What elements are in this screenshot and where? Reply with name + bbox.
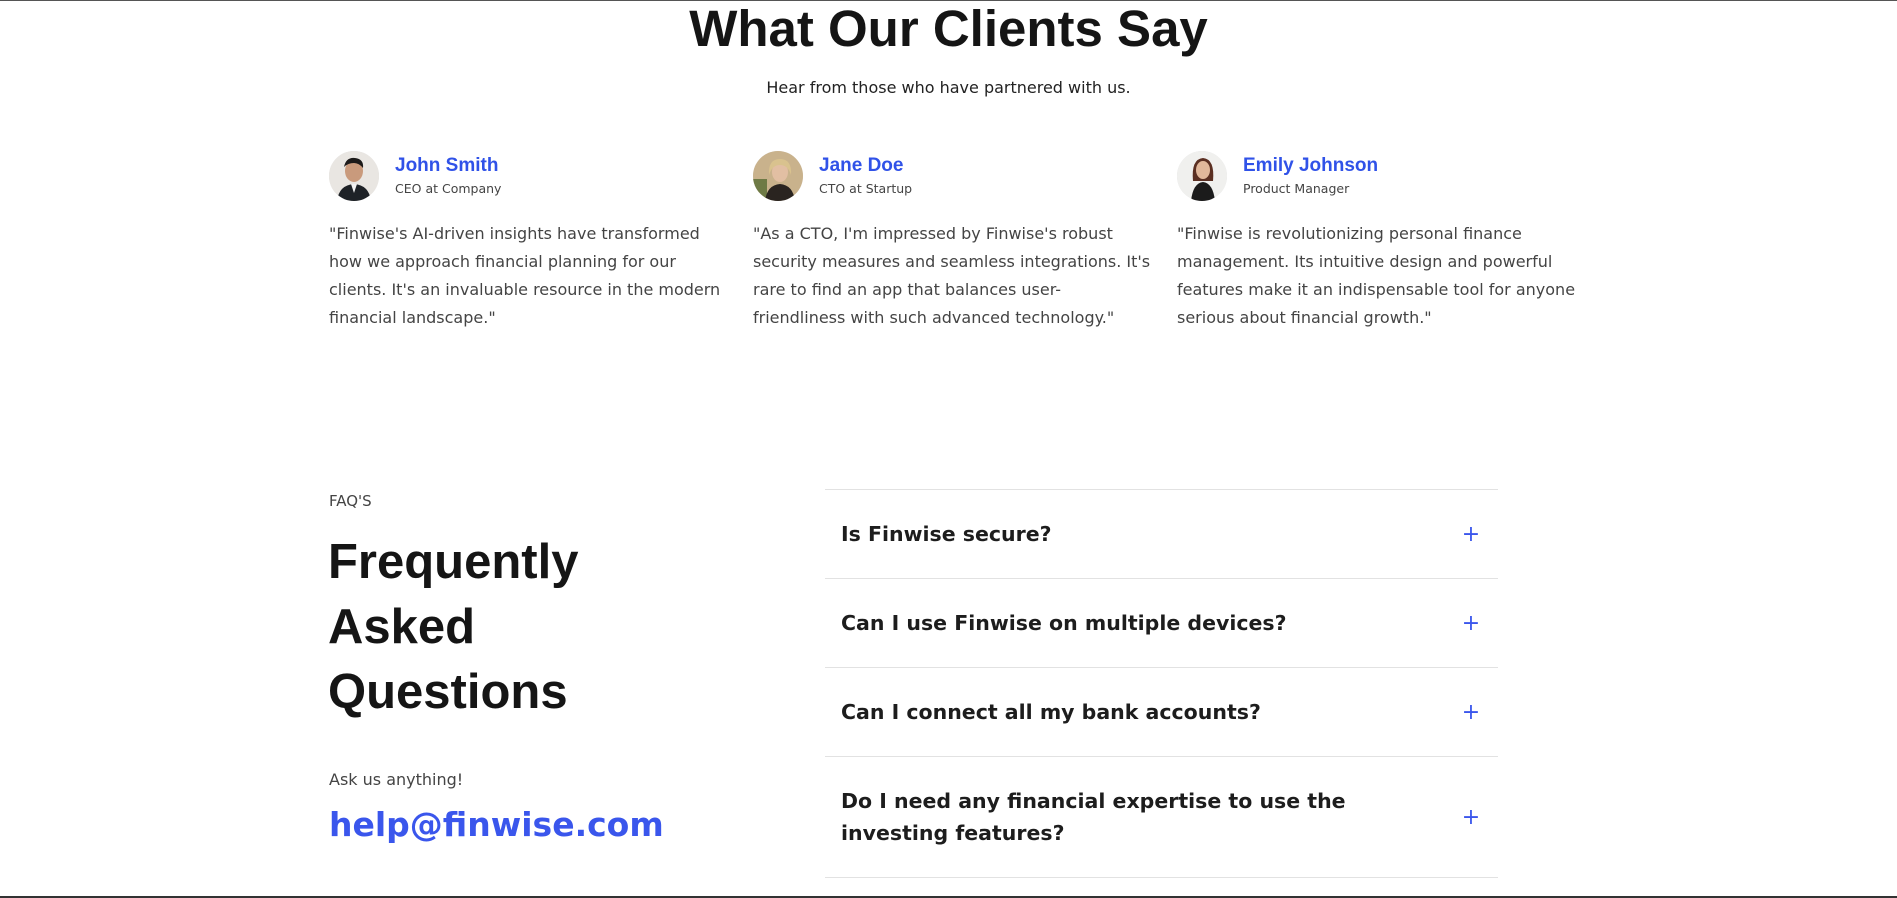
avatar-man-suit-icon xyxy=(329,151,379,201)
faq-question: Is Finwise secure? xyxy=(841,522,1052,546)
plus-icon[interactable]: + xyxy=(1460,611,1482,636)
plus-icon[interactable]: + xyxy=(1460,522,1482,547)
avatar xyxy=(1177,151,1227,201)
faq-item[interactable]: Can I use Finwise on multiple devices? + xyxy=(825,579,1498,668)
testimonial-quote: "Finwise is revolutionizing personal fin… xyxy=(1177,224,1576,327)
support-email-link[interactable]: help@finwise.com xyxy=(329,803,664,847)
testimonial-quote: "As a CTO, I'm impressed by Finwise's ro… xyxy=(753,224,1151,327)
faq-question: Can I use Finwise on multiple devices? xyxy=(841,611,1287,635)
testimonial-role: CEO at Company xyxy=(395,180,502,196)
testimonial-header: Emily Johnson Product Manager xyxy=(1177,150,1577,202)
faq-item[interactable]: Is Finwise secure? + xyxy=(825,490,1498,579)
avatar-woman-blonde-icon xyxy=(753,151,803,201)
testimonial-role: Product Manager xyxy=(1243,180,1350,196)
testimonial-name: Jane Doe xyxy=(819,154,904,176)
avatar-woman-dark-hair-icon xyxy=(1177,151,1227,201)
testimonial-card: Jane Doe CTO at Startup "As a CTO, I'm i… xyxy=(753,150,1153,332)
testimonial-role: CTO at Startup xyxy=(819,180,913,196)
testimonial-name: John Smith xyxy=(395,154,499,176)
faq-question: Do I need any financial expertise to use… xyxy=(841,789,1346,845)
testimonial-name: Emily Johnson xyxy=(1243,154,1379,176)
avatar xyxy=(329,151,379,201)
plus-icon[interactable]: + xyxy=(1460,700,1482,725)
testimonial-header: Jane Doe CTO at Startup xyxy=(753,150,1153,202)
testimonial-quote: "Finwise's AI-driven insights have trans… xyxy=(329,224,721,327)
plus-icon[interactable]: + xyxy=(1460,805,1482,830)
testimonial-card: John Smith CEO at Company "Finwise's AI-… xyxy=(329,150,729,332)
faq-title: Frequently Asked Questions xyxy=(328,535,579,719)
faq-accordion: Is Finwise secure? + Can I use Finwise o… xyxy=(825,489,1498,878)
testimonials-subtitle: Hear from those who have partnered with … xyxy=(766,78,1131,97)
ask-label: Ask us anything! xyxy=(329,770,464,789)
faq-question: Can I connect all my bank accounts? xyxy=(841,700,1261,724)
testimonial-card: Emily Johnson Product Manager "Finwise i… xyxy=(1177,150,1577,332)
faq-kicker: FAQ'S xyxy=(329,492,372,510)
testimonials-title: What Our Clients Say xyxy=(689,0,1208,57)
testimonial-header: John Smith CEO at Company xyxy=(329,150,729,202)
faq-item[interactable]: Can I connect all my bank accounts? + xyxy=(825,668,1498,757)
faq-item[interactable]: Do I need any financial expertise to use… xyxy=(825,757,1498,878)
avatar xyxy=(753,151,803,201)
